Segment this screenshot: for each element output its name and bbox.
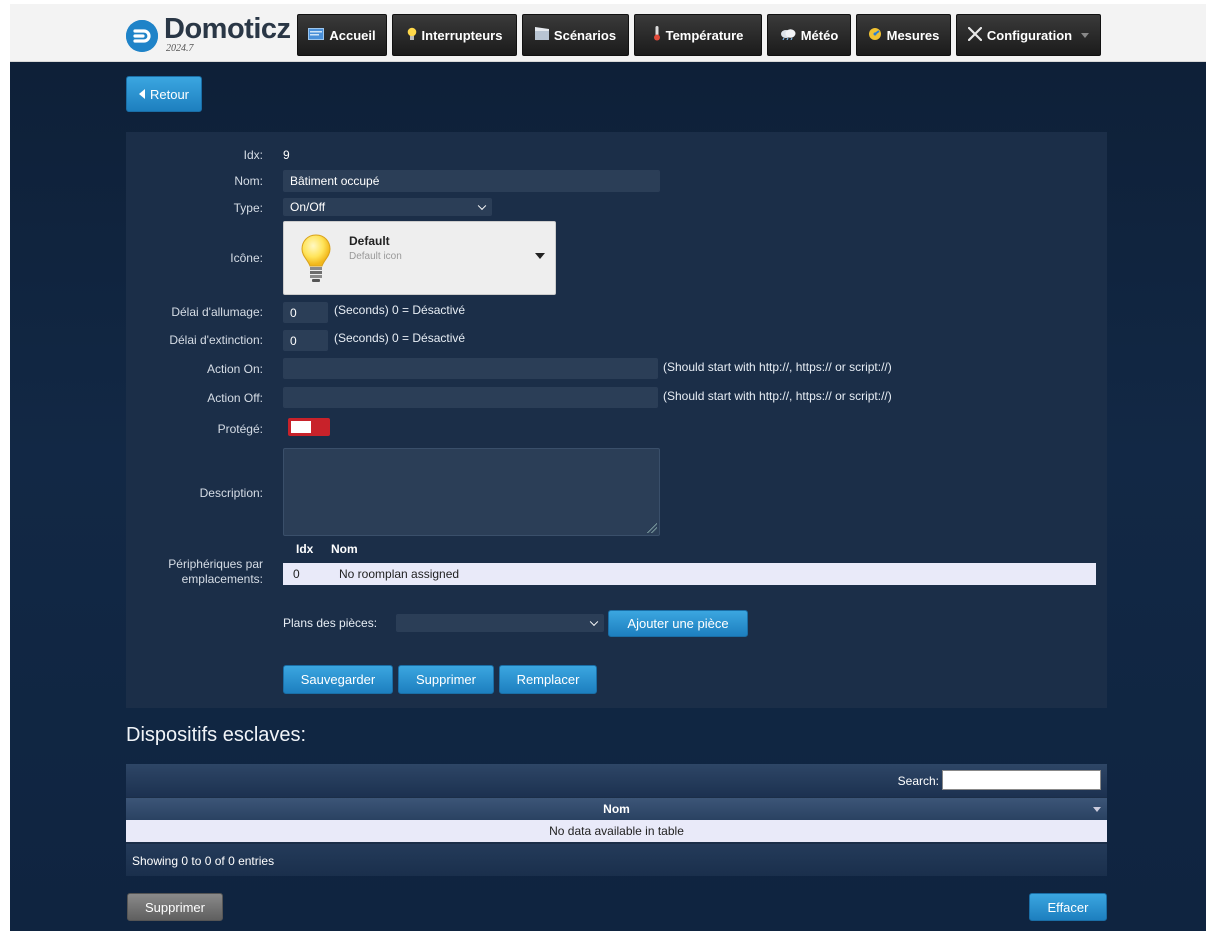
nav-item-label: Température xyxy=(665,27,744,43)
action-off-hint: (Should start with http://, https:// or … xyxy=(663,389,892,403)
action-on-hint: (Should start with http://, https:// or … xyxy=(663,360,892,374)
add-room-button[interactable]: Ajouter une pièce xyxy=(608,610,748,637)
domoticz-logo-icon xyxy=(126,20,158,52)
column-header-label: Nom xyxy=(603,802,630,816)
nav-item-accueil[interactable]: Accueil xyxy=(297,14,387,56)
on-delay-label: Délai d'allumage: xyxy=(171,305,263,319)
clapperboard-icon xyxy=(534,27,549,43)
nav-item-label: Accueil xyxy=(329,27,376,43)
protected-toggle[interactable] xyxy=(288,418,330,436)
nav-item-configuration[interactable]: Configuration xyxy=(956,14,1101,56)
icon-select-title: Default xyxy=(349,234,390,248)
nav-item-label: Scénarios xyxy=(553,27,617,43)
nav-item-label: Configuration xyxy=(986,27,1073,43)
action-off-label: Action Off: xyxy=(207,391,263,405)
app-logo[interactable]: Domoticz 2024.7 xyxy=(126,14,291,58)
nav-item-scenarios[interactable]: Scénarios xyxy=(522,14,629,56)
nav-item-temperature[interactable]: Température xyxy=(634,14,762,56)
off-delay-input[interactable]: 0 xyxy=(283,330,328,351)
description-textarea[interactable] xyxy=(283,448,660,536)
on-delay-input[interactable]: 0 xyxy=(283,302,328,323)
slaves-delete-button[interactable]: Supprimer xyxy=(127,893,223,921)
type-label: Type: xyxy=(233,201,263,215)
nav-item-label: Météo xyxy=(800,27,839,43)
resize-grip-icon[interactable] xyxy=(647,523,657,533)
clear-button[interactable]: Effacer xyxy=(1029,893,1107,921)
main-content: Retour Idx: 9 Nom: Bâtiment occupé Type:… xyxy=(10,62,1206,931)
thermometer-icon xyxy=(653,26,661,44)
table-toolbar: Search: xyxy=(126,764,1107,797)
replace-button[interactable]: Remplacer xyxy=(499,665,597,694)
icon-select-description: Default icon xyxy=(349,251,402,262)
nav-item-mesures[interactable]: Mesures xyxy=(856,14,951,56)
rooms-label: Périphériques par emplacements: xyxy=(168,557,263,587)
roomplans-select[interactable] xyxy=(396,614,604,632)
name-input[interactable]: Bâtiment occupé xyxy=(283,170,660,192)
chevron-down-icon xyxy=(589,617,599,627)
save-button[interactable]: Sauvegarder xyxy=(283,665,393,694)
off-delay-label: Délai d'extinction: xyxy=(169,333,263,347)
type-select[interactable]: On/Off xyxy=(283,198,492,216)
action-off-input[interactable] xyxy=(283,387,658,408)
idx-value: 9 xyxy=(283,148,290,162)
table-row[interactable]: 0 No roomplan assigned xyxy=(283,563,1096,585)
on-delay-hint: (Seconds) 0 = Désactivé xyxy=(334,303,466,317)
back-button-label: Retour xyxy=(149,86,190,102)
roomplans-label: Plans des pièces: xyxy=(283,616,378,630)
action-on-label: Action On: xyxy=(206,362,263,376)
nav-item-meteo[interactable]: Météo xyxy=(767,14,851,56)
app-name: Domoticz xyxy=(164,13,291,45)
off-delay-hint: (Seconds) 0 = Désactivé xyxy=(334,331,466,345)
name-label: Nom: xyxy=(234,174,263,188)
table-footer: Showing 0 to 0 of 0 entries xyxy=(126,844,1107,876)
app-version: 2024.7 xyxy=(166,43,194,54)
nav-item-label: Interrupteurs xyxy=(421,27,503,43)
slaves-table: Search: Nom No data available in table S… xyxy=(126,764,1107,876)
search-label: Search: xyxy=(897,774,939,788)
rooms-label-line1: Périphériques par xyxy=(168,557,263,571)
empty-row: No data available in table xyxy=(126,820,1107,842)
delete-button[interactable]: Supprimer xyxy=(398,665,494,694)
chevron-down-icon xyxy=(477,201,487,211)
type-select-value: On/Off xyxy=(290,200,326,214)
lightbulb-icon xyxy=(300,234,332,287)
device-edit-panel: Idx: 9 Nom: Bâtiment occupé Type: On/Off… xyxy=(126,132,1107,708)
rooms-label-line2: emplacements: xyxy=(181,572,263,586)
chevron-down-icon xyxy=(1081,32,1090,38)
lightbulb-icon xyxy=(407,27,417,44)
nav-item-label: Mesures xyxy=(886,27,940,43)
row-idx: 0 xyxy=(293,567,300,581)
gauge-icon xyxy=(868,27,882,44)
column-header-nom[interactable]: Nom xyxy=(126,798,1107,820)
toggle-knob xyxy=(291,421,311,433)
icon-select[interactable]: Default Default icon xyxy=(283,221,556,295)
description-label: Description: xyxy=(199,486,263,500)
action-on-input[interactable] xyxy=(283,358,658,379)
home-icon xyxy=(308,27,325,43)
top-navbar: Domoticz 2024.7 Accueil Interrupteurs Sc… xyxy=(10,4,1206,62)
row-name: No roomplan assigned xyxy=(339,567,460,581)
slaves-section-title: Dispositifs esclaves: xyxy=(126,724,307,746)
caret-down-icon xyxy=(535,253,545,259)
tools-icon xyxy=(967,26,982,44)
table-info: Showing 0 to 0 of 0 entries xyxy=(132,854,275,868)
icon-label: Icône: xyxy=(230,251,263,265)
sort-icon xyxy=(1093,807,1101,812)
back-button[interactable]: Retour xyxy=(126,76,202,112)
nav-item-interrupteurs[interactable]: Interrupteurs xyxy=(392,14,517,56)
caret-left-icon xyxy=(138,89,145,99)
protected-label: Protégé: xyxy=(217,422,263,436)
column-header-idx: Idx xyxy=(296,542,314,556)
column-header-nom: Nom xyxy=(331,542,358,556)
weather-cloud-icon xyxy=(780,28,796,43)
search-input[interactable] xyxy=(942,770,1101,790)
idx-label: Idx: xyxy=(243,148,263,162)
